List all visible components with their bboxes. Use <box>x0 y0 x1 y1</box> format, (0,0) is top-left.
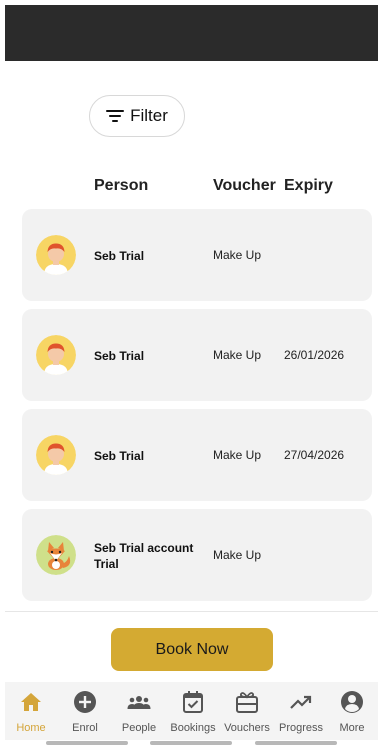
filter-button[interactable]: Filter <box>89 95 185 137</box>
person-name: Seb Trial account Trial <box>94 541 194 571</box>
expiry-date: 27/04/2026 <box>284 448 345 462</box>
fox-avatar <box>36 535 76 575</box>
person-name: Seb Trial <box>94 449 145 463</box>
boy-avatar <box>36 335 76 375</box>
account-circle-icon <box>340 690 364 714</box>
nav-item-bookings[interactable]: Bookings <box>167 682 219 738</box>
filter-label: Filter <box>130 106 168 125</box>
voucher-row[interactable]: Seb Trial account Trial Make Up <box>22 509 372 601</box>
nav-item-enrol[interactable]: Enrol <box>59 682 111 738</box>
gift-card-icon <box>235 690 259 714</box>
column-header-person: Person <box>94 177 149 194</box>
voucher-row[interactable]: Seb Trial Make Up 26/01/2026 <box>22 309 372 401</box>
gesture-handle <box>46 741 128 745</box>
gesture-handle <box>255 741 337 745</box>
home-icon <box>19 690 43 714</box>
nav-item-home[interactable]: Home <box>5 682 57 738</box>
gesture-handle <box>150 741 232 745</box>
person-name: Seb Trial <box>94 249 145 263</box>
boy-avatar <box>36 435 76 475</box>
people-icon <box>127 690 151 714</box>
plus-circle-icon <box>73 690 97 714</box>
nav-item-more[interactable]: More <box>326 682 378 738</box>
calendar-check-icon <box>181 690 205 714</box>
book-now-button[interactable]: Book Now <box>111 628 273 671</box>
trending-up-icon <box>289 690 313 714</box>
voucher-row[interactable]: Seb Trial Make Up 27/04/2026 <box>22 409 372 501</box>
voucher-type: Make Up <box>213 348 262 362</box>
boy-avatar <box>36 235 76 275</box>
voucher-type: Make Up <box>213 248 262 262</box>
nav-item-people[interactable]: People <box>113 682 165 738</box>
voucher-row[interactable]: Seb Trial Make Up <box>22 209 372 301</box>
bottom-divider <box>5 611 378 612</box>
voucher-type: Make Up <box>213 548 262 562</box>
expiry-date: 26/01/2026 <box>284 348 345 362</box>
nav-label: More <box>339 722 365 734</box>
bottom-navigation: Home Enrol People Bookings Vouchers Prog… <box>5 682 378 740</box>
voucher-type: Make Up <box>213 448 262 462</box>
column-header-voucher: Voucher <box>213 177 276 194</box>
nav-item-vouchers[interactable]: Vouchers <box>221 682 273 738</box>
status-bar <box>5 5 378 61</box>
filter-icon <box>106 109 125 123</box>
column-header-expiry: Expiry <box>284 177 333 194</box>
person-name: Seb Trial <box>94 349 145 363</box>
